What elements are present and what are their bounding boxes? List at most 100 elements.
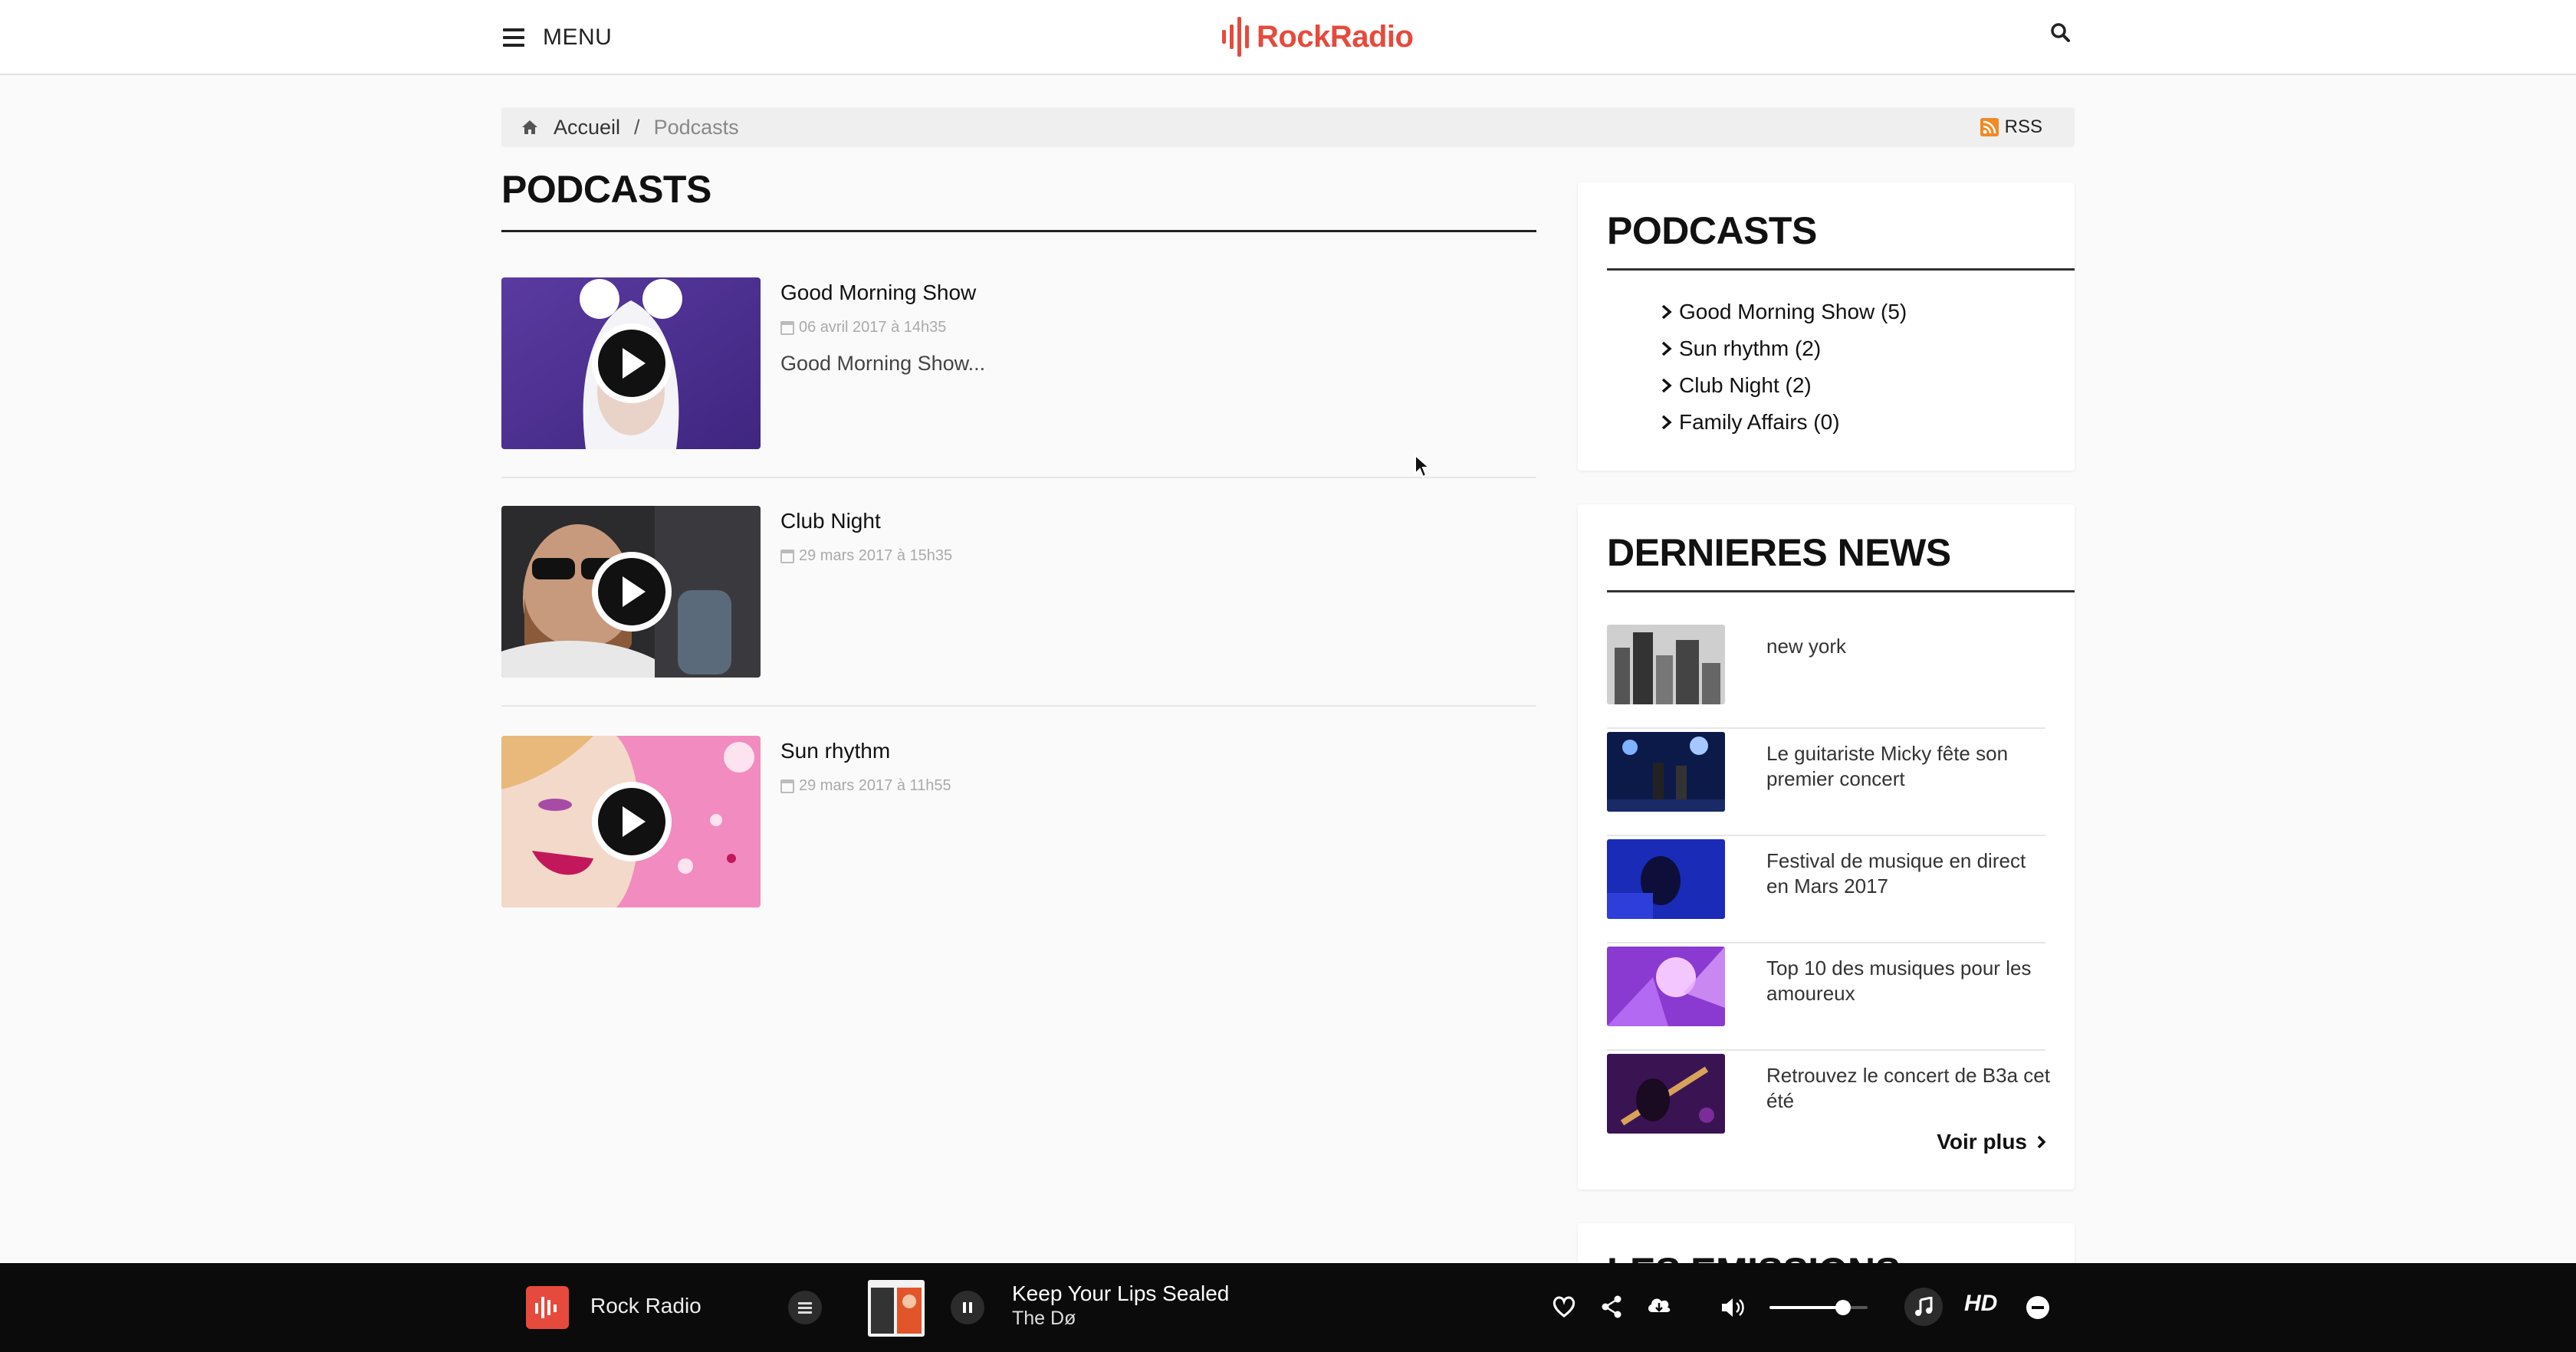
logo-text: RockRadio xyxy=(1257,19,1414,54)
see-more-news-link[interactable]: Voir plus xyxy=(1937,1130,2047,1154)
news-title: Le guitariste Micky fête son premier con… xyxy=(1766,742,2009,790)
audio-player-bar: Rock Radio Keep Your Lips Sealed The Dø xyxy=(0,1263,2576,1352)
play-icon xyxy=(623,806,646,837)
share-icon[interactable] xyxy=(1601,1295,1622,1318)
podcast-date: 29 mars 2017 à 15h35 xyxy=(780,547,1516,565)
news-title: Top 10 des musiques pour les amoureux xyxy=(1766,957,2032,1005)
play-button[interactable] xyxy=(592,552,672,632)
podcast-thumbnail[interactable] xyxy=(501,506,761,678)
news-title: Festival de musique en direct en Mars 20… xyxy=(1766,849,2026,898)
volume-icon[interactable] xyxy=(1720,1297,1746,1318)
page-title: PODCASTS xyxy=(501,167,1536,232)
station-logo[interactable] xyxy=(526,1286,569,1329)
search-icon[interactable] xyxy=(2050,21,2072,46)
track-artist: The Dø xyxy=(1012,1308,1076,1329)
play-icon xyxy=(623,348,646,379)
breadcrumb-current: Podcasts xyxy=(653,115,739,139)
chevron-right-icon xyxy=(2037,1135,2046,1149)
volume-slider-knob[interactable] xyxy=(1835,1300,1851,1315)
podcasts-widget-title: PODCASTS xyxy=(1607,208,2075,271)
news-list: new york Le guitariste Micky fête son pr… xyxy=(1607,622,2050,1158)
podcast-category-list: Good Morning Show (5) Sun rhythm (2) Clu… xyxy=(1661,294,2075,441)
calendar-icon xyxy=(780,549,794,563)
podcast-thumbnail[interactable] xyxy=(501,277,761,449)
podcast-title[interactable]: Club Night xyxy=(780,509,1516,533)
podcast-title[interactable]: Sun rhythm xyxy=(780,739,1516,763)
rss-label: RSS xyxy=(2004,116,2042,137)
news-item[interactable]: new york xyxy=(1607,622,2045,729)
podcast-category-item[interactable]: Sun rhythm (2) xyxy=(1661,330,2075,367)
hd-quality-toggle[interactable]: HD xyxy=(1964,1291,1997,1317)
play-button[interactable] xyxy=(592,323,672,403)
minimize-player-icon[interactable] xyxy=(2026,1295,2050,1320)
site-logo[interactable]: RockRadio xyxy=(1222,12,1414,61)
pause-button[interactable] xyxy=(951,1291,984,1324)
pause-icon xyxy=(963,1302,972,1313)
breadcrumb-separator: / xyxy=(634,115,640,139)
podcast-category-label: Club Night (2) xyxy=(1679,373,1812,397)
rss-link[interactable]: RSS xyxy=(1980,116,2042,138)
podcast-category-item[interactable]: Club Night (2) xyxy=(1661,367,2075,404)
podcast-date: 06 avril 2017 à 14h35 xyxy=(780,319,1516,336)
station-name: Rock Radio xyxy=(590,1294,702,1318)
podcast-item: Sun rhythm 29 mars 2017 à 11h55 xyxy=(501,736,1536,937)
volume-slider[interactable] xyxy=(1769,1300,1868,1315)
podcast-category-label: Family Affairs (0) xyxy=(1679,410,1840,434)
breadcrumb-home-link[interactable]: Accueil xyxy=(521,116,620,139)
play-button[interactable] xyxy=(592,782,672,861)
news-title: new york xyxy=(1766,635,1847,658)
news-image-new-york xyxy=(1607,625,1725,704)
podcast-thumbnail[interactable] xyxy=(501,736,761,907)
news-widget: DERNIERES NEWS new york Le guitariste Mi… xyxy=(1578,504,2075,1190)
news-image-concert xyxy=(1607,732,1725,812)
breadcrumb-home-label: Accueil xyxy=(554,115,621,139)
news-image-top10 xyxy=(1607,947,1725,1026)
podcast-date-text: 29 mars 2017 à 11h55 xyxy=(799,777,951,794)
breadcrumb: Accueil / Podcasts RSS xyxy=(501,107,2075,147)
hamburger-icon xyxy=(503,28,524,47)
volume-slider-fill xyxy=(1769,1306,1843,1309)
track-title: Keep Your Lips Sealed xyxy=(1012,1281,1230,1305)
home-icon xyxy=(522,120,537,134)
station-equalizer-icon xyxy=(535,1297,557,1318)
podcast-description: Good Morning Show... xyxy=(780,352,986,375)
podcast-date-text: 29 mars 2017 à 15h35 xyxy=(799,547,953,564)
news-item[interactable]: Le guitariste Micky fête son premier con… xyxy=(1607,729,2045,836)
cloud-download-icon[interactable] xyxy=(1645,1294,1673,1317)
podcasts-widget: PODCASTS Good Morning Show (5) Sun rhyth… xyxy=(1578,182,2075,471)
menu-button[interactable]: MENU xyxy=(503,21,612,54)
news-item[interactable]: Top 10 des musiques pour les amoureux xyxy=(1607,943,2045,1051)
heart-icon[interactable] xyxy=(1552,1295,1576,1318)
podcast-category-item[interactable]: Family Affairs (0) xyxy=(1661,404,2075,441)
news-title: Retrouvez le concert de B3a cet été xyxy=(1766,1064,2050,1112)
top-header: MENU RockRadio xyxy=(0,0,2576,75)
calendar-icon xyxy=(780,779,794,793)
news-image-b3a-concert xyxy=(1607,1054,1725,1134)
chevron-right-icon xyxy=(1661,341,1672,356)
podcast-title[interactable]: Good Morning Show xyxy=(780,281,1516,305)
podcast-item: Club Night 29 mars 2017 à 15h35 xyxy=(501,506,1536,707)
chevron-right-icon xyxy=(1661,378,1672,393)
play-icon xyxy=(623,576,646,607)
news-widget-title: DERNIERES NEWS xyxy=(1607,530,2075,592)
calendar-icon xyxy=(780,320,794,335)
track-cover-image xyxy=(868,1280,925,1337)
logo-equalizer-icon xyxy=(1222,14,1249,60)
chevron-right-icon xyxy=(1661,415,1672,430)
mouse-cursor-icon xyxy=(1414,454,1431,478)
podcast-category-label: Sun rhythm (2) xyxy=(1679,336,1822,360)
podcast-category-item[interactable]: Good Morning Show (5) xyxy=(1661,294,2075,330)
music-note-icon xyxy=(1915,1297,1933,1316)
music-button[interactable] xyxy=(1904,1288,1943,1326)
podcast-date-text: 06 avril 2017 à 14h35 xyxy=(799,319,947,336)
menu-label: MENU xyxy=(543,25,613,50)
playlist-icon xyxy=(798,1302,812,1314)
track-cover xyxy=(868,1280,925,1337)
podcast-date: 29 mars 2017 à 11h55 xyxy=(780,777,1516,795)
see-more-label: Voir plus xyxy=(1937,1130,2027,1153)
chevron-right-icon xyxy=(1661,304,1672,320)
podcast-category-label: Good Morning Show (5) xyxy=(1679,300,1907,323)
news-item[interactable]: Festival de musique en direct en Mars 20… xyxy=(1607,836,2045,943)
playlist-button[interactable] xyxy=(788,1291,822,1324)
podcast-item: Good Morning Show 06 avril 2017 à 14h35 … xyxy=(501,277,1536,478)
